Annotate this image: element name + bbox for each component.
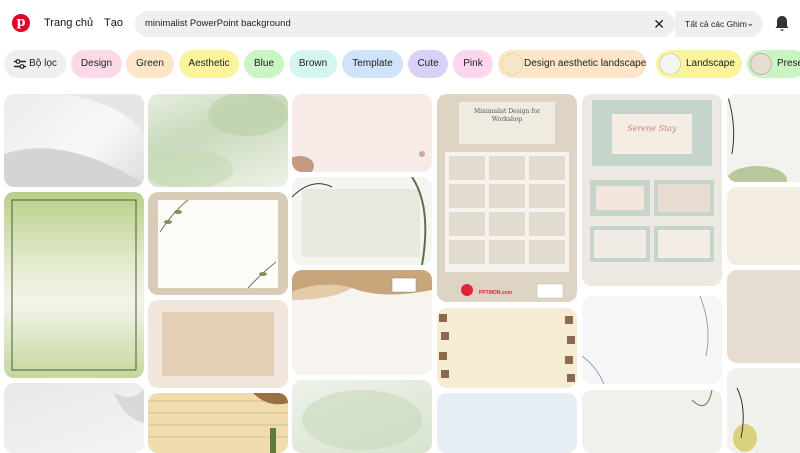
pin-artwork (302, 390, 422, 450)
chip-label: Pink (463, 58, 483, 69)
chip-aesthetic[interactable]: Aesthetic (179, 50, 239, 78)
pin-image[interactable] (148, 300, 288, 388)
pin-watermark-text: PPTMON.com (479, 290, 513, 296)
pin-title-text: Minimalist Design for Workshop (473, 108, 541, 123)
chip-label: Brown (298, 58, 328, 69)
chip-thumbnail (659, 53, 681, 75)
pin-artwork (445, 102, 569, 299)
search-query[interactable]: minimalist PowerPoint background (145, 18, 291, 29)
pin-image[interactable]: Serene Stay (582, 94, 722, 286)
pin-image[interactable] (292, 270, 432, 375)
pin-image[interactable] (148, 94, 288, 187)
nav-home[interactable]: Trang chủ (44, 17, 93, 29)
pin-artwork (4, 94, 144, 187)
pin-artwork (691, 390, 713, 407)
guide-chips-row: Bộ lọc Design Green Aesthetic Blue Brown… (0, 48, 800, 80)
chip-green[interactable]: Green (126, 50, 174, 78)
notification-bell-icon[interactable] (774, 15, 790, 33)
pin-artwork (727, 94, 787, 182)
pin-image[interactable]: Minimalist Design for Workshop PPTMON.co… (437, 94, 577, 302)
chip-pink[interactable]: Pink (453, 50, 493, 78)
pin-image[interactable] (727, 187, 800, 265)
pin-artwork (590, 100, 714, 262)
pin-artwork (733, 387, 757, 452)
pin-image[interactable] (437, 393, 577, 453)
chip-blue[interactable]: Blue (244, 50, 284, 78)
pin-image[interactable] (292, 177, 432, 265)
chip-landscape[interactable]: Landscape (656, 50, 742, 78)
top-bar: p Trang chủ Tạo minimalist PowerPoint ba… (0, 0, 800, 48)
pinterest-logo-icon[interactable]: p (12, 14, 30, 32)
chip-design[interactable]: Design (71, 50, 122, 78)
pin-image[interactable] (727, 94, 800, 182)
chip-thumbnail (750, 53, 772, 75)
chip-label: Aesthetic (188, 58, 230, 69)
pin-artwork (292, 177, 427, 265)
chip-thumbnail (501, 53, 523, 75)
chip-design-aesthetic-landscape[interactable]: Design aesthetic landscape (498, 50, 646, 78)
chip-label: Blue (253, 58, 274, 69)
clear-search-icon[interactable]: ✕ (653, 16, 665, 32)
chip-label: Cute (417, 58, 439, 69)
pin-image[interactable] (582, 296, 722, 384)
pin-image[interactable] (148, 192, 288, 295)
chip-cute[interactable]: Cute (408, 50, 448, 78)
pin-artwork (292, 270, 432, 300)
pin-artwork (439, 314, 575, 382)
pin-artwork (11, 199, 137, 371)
search-scope-dropdown[interactable]: Tất cả các Ghim ⌄ (675, 11, 763, 37)
chip-template[interactable]: Template (342, 50, 403, 78)
pin-image[interactable] (4, 94, 144, 187)
pin-image[interactable] (4, 192, 144, 378)
pin-artwork (158, 199, 278, 289)
pin-artwork (582, 296, 709, 384)
pin-image[interactable] (582, 390, 722, 453)
search-input[interactable]: minimalist PowerPoint background ✕ (135, 11, 675, 37)
pin-image[interactable] (727, 368, 800, 453)
chevron-down-icon: ⌄ (746, 18, 754, 28)
search-scope-label: Tất cả các Ghim (685, 19, 747, 29)
filter-button[interactable]: Bộ lọc (4, 50, 66, 78)
chip-brown[interactable]: Brown (289, 50, 337, 78)
pin-image[interactable] (727, 270, 800, 363)
pin-title-text: Serene Stay (627, 124, 677, 133)
chip-label: Template (352, 58, 393, 69)
pin-artwork (148, 94, 288, 187)
filter-sliders-icon (14, 59, 26, 69)
pin-image[interactable] (292, 94, 432, 172)
chip-label: Green (136, 58, 164, 69)
chip-presentation[interactable]: Prese (747, 50, 800, 78)
pin-image[interactable] (4, 383, 144, 453)
pin-artwork (292, 151, 425, 172)
pin-image[interactable] (437, 308, 577, 388)
pin-image[interactable] (292, 380, 432, 453)
pin-artwork (148, 393, 288, 453)
pin-artwork (114, 388, 144, 423)
nav-create[interactable]: Tạo (104, 17, 123, 29)
pin-artwork (162, 312, 274, 376)
chip-label: Design (80, 58, 113, 69)
pin-image[interactable] (148, 393, 288, 453)
